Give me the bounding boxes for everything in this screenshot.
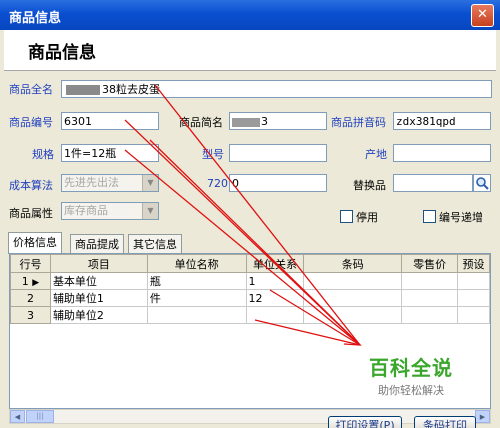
close-button[interactable]: ✕ <box>471 4 494 27</box>
disable-label: 停用 <box>356 211 378 224</box>
redacted-block <box>66 85 100 95</box>
item-cell[interactable]: 基本单位 <box>49 272 148 290</box>
relation-cell[interactable]: 1 <box>245 272 305 290</box>
full-name-label: 商品全名 <box>9 83 53 96</box>
unit-cell[interactable]: 瓶 <box>146 272 247 290</box>
col-retail-price[interactable]: 零售价 <box>401 254 459 273</box>
scroll-left-icon[interactable]: ◀ <box>10 410 25 423</box>
pinyin-input[interactable]: zdx381qpd <box>393 112 491 130</box>
barcode-cell[interactable] <box>303 289 403 307</box>
row-number-cell[interactable]: 3 <box>10 306 51 324</box>
table-row[interactable]: 1 ▶ 基本单位 瓶 1 <box>10 272 490 290</box>
tab-commission[interactable]: 商品提成 <box>70 234 124 253</box>
code-label: 商品编号 <box>9 116 53 129</box>
item-cell[interactable]: 辅助单位2 <box>49 306 148 324</box>
model-label: 型号 <box>202 148 224 161</box>
chevron-down-icon[interactable]: ▼ <box>142 175 158 191</box>
cost-method-select[interactable]: 先进先出法 ▼ <box>61 174 159 192</box>
short-name-label: 商品简名 <box>179 116 223 129</box>
scroll-right-icon[interactable]: ▶ <box>475 410 490 423</box>
watermark-subtitle: 助你轻松解决 <box>378 384 444 397</box>
retail-cell[interactable] <box>401 306 459 324</box>
tab-other-info[interactable]: 其它信息 <box>128 234 182 253</box>
num720-label: 720 <box>207 177 228 190</box>
row-number-cell[interactable]: 2 <box>10 289 51 307</box>
retail-cell[interactable] <box>401 272 459 290</box>
window-title: 商品信息 <box>9 11 62 26</box>
unit-cell[interactable]: 件 <box>146 289 247 307</box>
model-input[interactable] <box>229 144 327 162</box>
header-panel: 商品信息 <box>4 30 496 71</box>
barcode-cell[interactable] <box>303 272 403 290</box>
spec-label: 规格 <box>32 148 54 161</box>
autoinc-checkbox[interactable] <box>423 210 436 223</box>
magnifier-icon[interactable] <box>473 174 491 192</box>
code-input[interactable]: 6301 <box>61 112 159 130</box>
watermark-title: 百科全说 <box>369 356 453 380</box>
autoinc-label: 编号递增 <box>439 211 483 224</box>
origin-input[interactable] <box>393 144 491 162</box>
retail-cell[interactable] <box>401 289 459 307</box>
table-row[interactable]: 3 辅助单位2 <box>10 306 490 324</box>
price-table: 行号 项目 单位名称 单位关系 条码 零售价 预设 1 ▶ 基本单位 瓶 1 2… <box>10 254 490 324</box>
origin-label: 产地 <box>365 148 387 161</box>
barcode-cell[interactable] <box>303 306 403 324</box>
unit-cell[interactable] <box>146 306 247 324</box>
cost-method-label: 成本算法 <box>9 179 53 192</box>
scroll-thumb[interactable]: ||| <box>26 410 54 423</box>
num720-input[interactable]: 0 <box>229 174 327 192</box>
preset-cell[interactable] <box>457 306 490 324</box>
table-header-row: 行号 项目 单位名称 单位关系 条码 零售价 预设 <box>10 254 490 273</box>
short-name-input[interactable]: 3 <box>229 112 327 130</box>
chevron-down-icon[interactable]: ▼ <box>142 203 158 219</box>
col-unit-relation[interactable]: 单位关系 <box>245 254 305 273</box>
col-item[interactable]: 项目 <box>49 254 148 273</box>
preset-cell[interactable] <box>457 289 490 307</box>
product-info-window: 商品信息 ✕ 商品信息 商品全名 38粒去皮蛋 商品编号 6301 商品简名 3… <box>0 0 500 428</box>
attribute-select[interactable]: 库存商品 ▼ <box>61 202 159 220</box>
full-name-input[interactable]: 38粒去皮蛋 <box>61 80 492 98</box>
relation-cell[interactable]: 12 <box>245 289 305 307</box>
row-number-cell[interactable]: 1 ▶ <box>10 272 51 290</box>
spec-input[interactable]: 1件=12瓶 <box>61 144 159 162</box>
col-barcode[interactable]: 条码 <box>303 254 403 273</box>
replace-input[interactable] <box>393 174 473 192</box>
attribute-label: 商品属性 <box>9 207 53 220</box>
disable-checkbox[interactable] <box>340 210 353 223</box>
pinyin-label: 商品拼音码 <box>331 116 386 129</box>
preset-cell[interactable] <box>457 272 490 290</box>
barcode-print-button[interactable]: 条码打印 <box>414 416 476 428</box>
title-bar: 商品信息 ✕ <box>0 0 500 30</box>
col-row-number[interactable]: 行号 <box>10 254 51 273</box>
col-unit-name[interactable]: 单位名称 <box>146 254 247 273</box>
table-row[interactable]: 2 辅助单位1 件 12 <box>10 289 490 307</box>
item-cell[interactable]: 辅助单位1 <box>49 289 148 307</box>
relation-cell[interactable] <box>245 306 305 324</box>
print-setup-button[interactable]: 打印设置(P) <box>328 416 402 428</box>
page-title: 商品信息 <box>28 43 96 63</box>
row-pointer-icon: ▶ <box>32 277 40 288</box>
redacted-block <box>232 117 260 127</box>
tab-price-info[interactable]: 价格信息 <box>8 232 62 254</box>
col-preset[interactable]: 预设 <box>457 254 490 273</box>
watermark: 百科全说 助你轻松解决 <box>355 350 467 402</box>
replace-label: 替换品 <box>353 179 386 192</box>
